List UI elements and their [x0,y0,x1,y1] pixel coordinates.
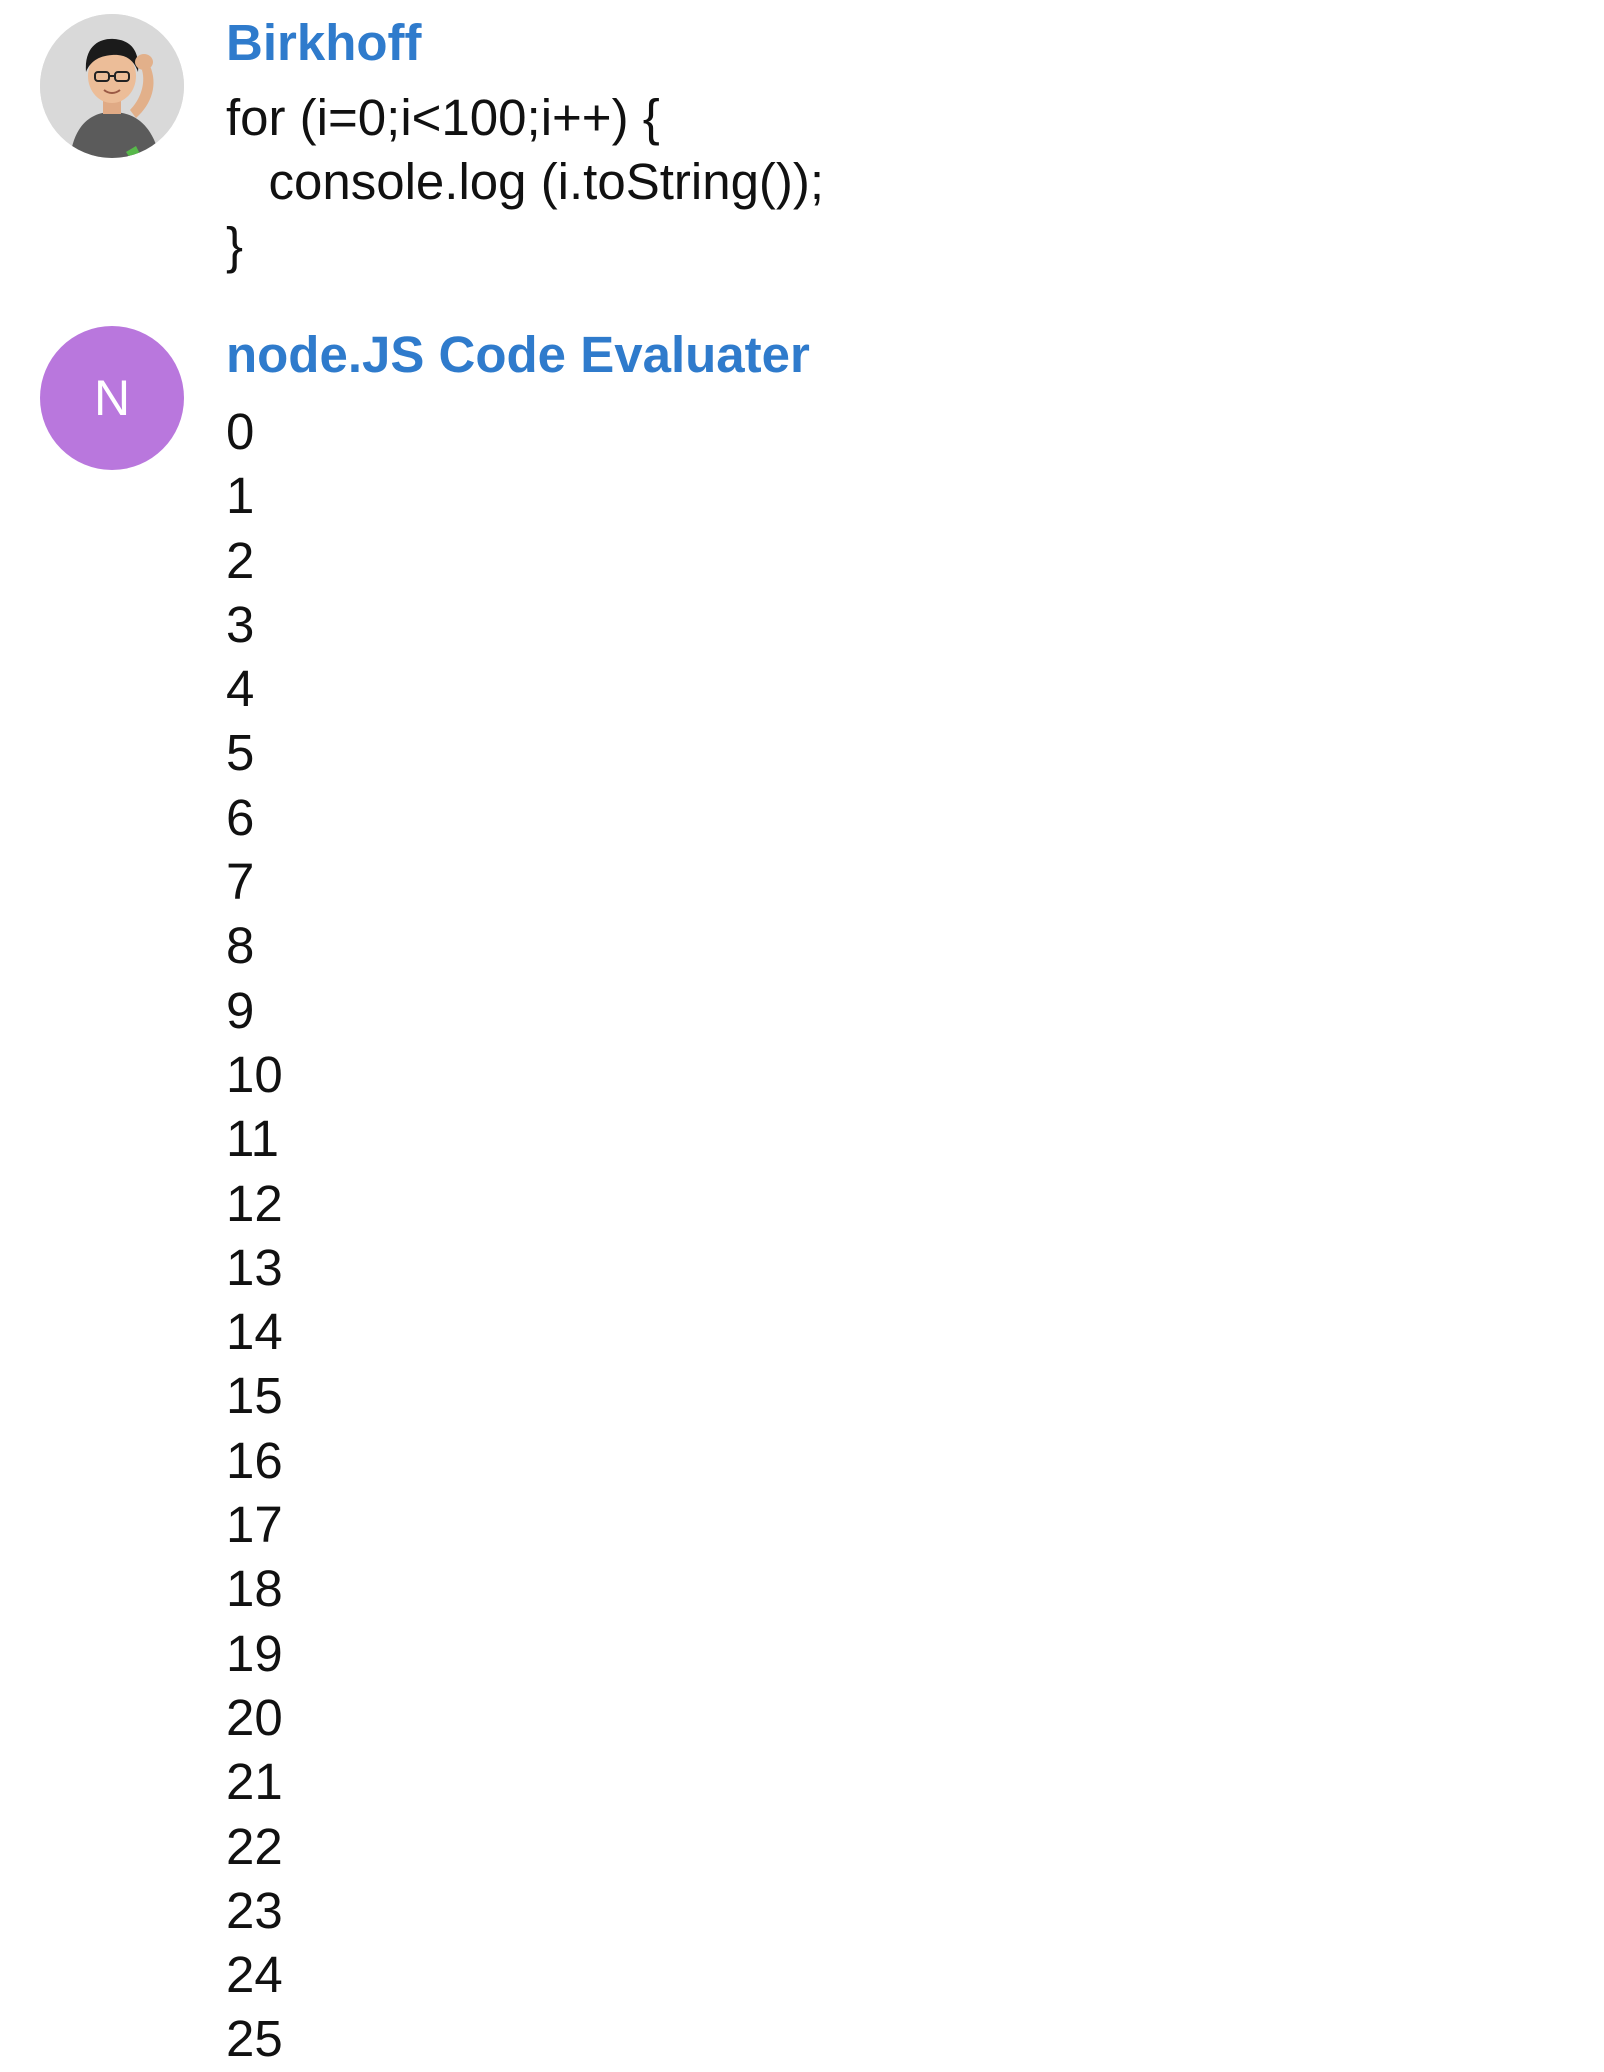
output-line: 11 [226,1110,279,1168]
output-line: 15 [226,1367,283,1425]
output-line: 0 [226,403,255,460]
output-line: 23 [226,1881,283,1939]
bot-avatar[interactable]: N [40,326,184,470]
output-line: 17 [226,1496,283,1554]
output-line: 16 [226,1431,283,1489]
output-line: 5 [226,724,255,782]
output-line: 19 [226,1624,283,1682]
output-line: 10 [226,1045,283,1103]
avatar-initial: N [93,370,131,426]
output-line: 6 [226,788,255,846]
message-body: Birkhoff for (i=0;i<100;i++) { console.l… [226,14,1566,278]
output-line: 14 [226,1303,283,1361]
output-line: 9 [226,981,255,1039]
output-line: 18 [226,1560,283,1618]
output-line: 8 [226,917,255,975]
output-line: 1 [226,467,255,525]
output-line: 4 [226,660,255,718]
output-line: 3 [226,595,255,653]
sender-name[interactable]: node.JS Code Evaluater [226,326,1566,384]
output-line: 21 [226,1753,283,1811]
user-photo-avatar-icon [40,14,184,158]
sender-name[interactable]: Birkhoff [226,14,1566,72]
user-avatar[interactable] [40,14,184,158]
output-lines: 0 1 2 3 4 5 6 7 8 9 10 11 12 13 14 15 16 17 18 19 20 21 22 23 24… [226,400,1566,2072]
output-line: 13 [226,1238,283,1296]
message-text-code: for (i=0;i<100;i++) { console.log (i.toS… [226,89,825,274]
output-line: 25 [226,2010,283,2068]
output-line: 2 [226,531,255,589]
output-line: 12 [226,1174,283,1232]
output-line: 24 [226,1946,283,2004]
message-body: node.JS Code Evaluater 0 1 2 3 4 5 6 7 8 9 10 11 12 1… [226,326,1566,2072]
output-line: 20 [226,1688,283,1746]
output-line: 7 [226,853,255,911]
output-line: 22 [226,1817,283,1875]
